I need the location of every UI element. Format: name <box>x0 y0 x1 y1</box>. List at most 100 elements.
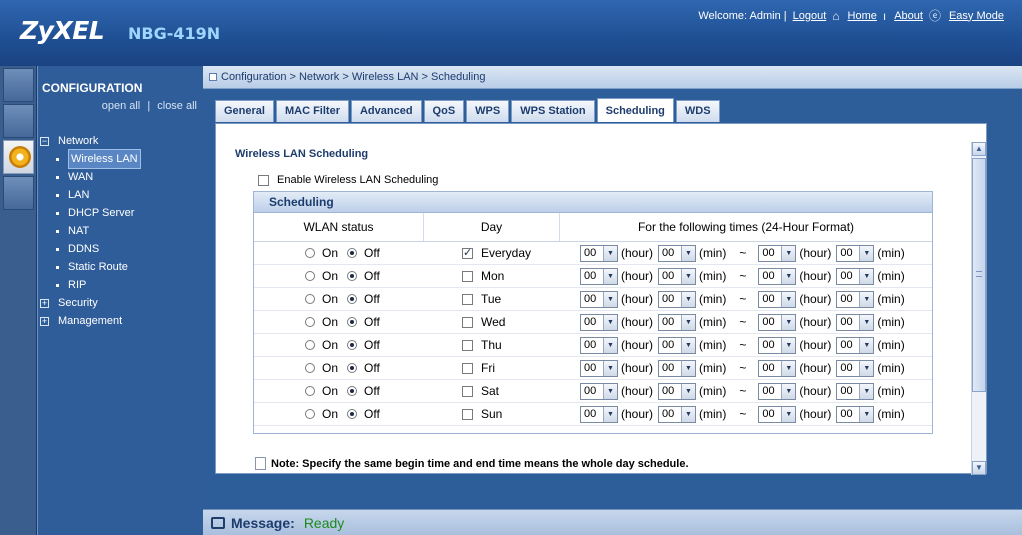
range-tilde: ~ <box>739 246 747 260</box>
on-radio[interactable] <box>305 386 315 396</box>
expand-icon[interactable]: + <box>40 316 49 326</box>
easy-mode-link[interactable]: Easy Mode <box>949 10 1004 22</box>
nav-item-dhcp-server[interactable]: DHCP Server <box>40 204 200 222</box>
start-hour-select[interactable]: 00 ▼ <box>580 336 618 354</box>
start-hour-select[interactable]: 00 ▼ <box>580 405 618 423</box>
nav-item-network[interactable]: − Network <box>40 132 200 150</box>
scroll-thumb[interactable] <box>972 158 986 392</box>
start-hour-select[interactable]: 00 ▼ <box>580 290 618 308</box>
on-label: On <box>322 407 339 421</box>
end-min-select[interactable]: 00 ▼ <box>836 382 875 400</box>
scroll-up-button[interactable]: ▲ <box>972 142 986 156</box>
model-name: NBG-419N <box>128 24 221 43</box>
end-min-select[interactable]: 00 ▼ <box>836 405 875 423</box>
tab-scheduling[interactable]: Scheduling <box>596 98 674 122</box>
tab-general[interactable]: General <box>215 100 274 122</box>
end-hour-select[interactable]: 00 ▼ <box>758 267 797 285</box>
nav-item-wan[interactable]: WAN <box>40 168 200 186</box>
maintenance-mode-button[interactable] <box>3 176 34 210</box>
start-hour-select[interactable]: 00 ▼ <box>580 244 618 262</box>
on-radio[interactable] <box>305 409 315 419</box>
day-checkbox[interactable] <box>462 316 473 328</box>
tab-qos[interactable]: QoS <box>423 100 465 122</box>
day-checkbox[interactable] <box>462 339 473 351</box>
tab-mac-filter[interactable]: MAC Filter <box>275 100 349 122</box>
nav-item-ddns[interactable]: DDNS <box>40 240 200 258</box>
tab-wps-station[interactable]: WPS Station <box>511 100 595 122</box>
collapse-icon[interactable]: − <box>40 136 49 146</box>
start-min-select[interactable]: 00 ▼ <box>658 267 697 285</box>
nav-item-lan[interactable]: LAN <box>40 186 200 204</box>
end-min-select[interactable]: 00 ▼ <box>836 244 875 262</box>
on-radio[interactable] <box>305 294 315 304</box>
on-radio[interactable] <box>305 317 315 327</box>
end-hour-select[interactable]: 00 ▼ <box>758 336 797 354</box>
off-radio[interactable] <box>347 340 358 350</box>
about-link[interactable]: About <box>894 10 923 22</box>
monitor-mode-button[interactable] <box>3 68 34 102</box>
start-min-select[interactable]: 00 ▼ <box>658 382 697 400</box>
select-value: 00 <box>662 270 675 282</box>
end-hour-select[interactable]: 00 ▼ <box>758 405 797 423</box>
off-radio[interactable] <box>347 386 358 396</box>
close-all-link[interactable]: close all <box>157 100 197 112</box>
tab-wds[interactable]: WDS <box>675 100 720 122</box>
end-hour-select[interactable]: 00 ▼ <box>758 290 797 308</box>
tab-wps[interactable]: WPS <box>466 100 510 122</box>
start-min-select[interactable]: 00 ▼ <box>658 359 697 377</box>
start-hour-select[interactable]: 00 ▼ <box>580 359 618 377</box>
end-min-select[interactable]: 00 ▼ <box>836 336 875 354</box>
start-min-select[interactable]: 00 ▼ <box>658 313 697 331</box>
off-radio[interactable] <box>347 271 358 281</box>
scroll-down-button[interactable]: ▼ <box>972 461 986 475</box>
start-hour-select[interactable]: 00 ▼ <box>580 382 618 400</box>
end-min-select[interactable]: 00 ▼ <box>836 313 875 331</box>
on-radio[interactable] <box>305 248 315 258</box>
off-radio[interactable] <box>347 294 358 304</box>
day-checkbox[interactable] <box>462 362 473 374</box>
off-radio[interactable] <box>347 248 358 258</box>
day-checkbox[interactable] <box>462 270 473 282</box>
nav-item-management[interactable]: + Management <box>40 312 200 330</box>
expand-icon[interactable]: + <box>40 298 49 308</box>
configuration-mode-button[interactable] <box>3 140 34 174</box>
off-radio[interactable] <box>347 317 358 327</box>
nav-item-nat[interactable]: NAT <box>40 222 200 240</box>
open-all-link[interactable]: open all <box>102 100 141 112</box>
table-row: On Off Fri 00 ▼ (hour) 00 ▼ (min) ~00 ▼ (hour) 00 ▼ (m… <box>254 357 932 380</box>
start-min-select[interactable]: 00 ▼ <box>658 290 697 308</box>
on-radio[interactable] <box>305 340 315 350</box>
on-radio[interactable] <box>305 363 315 373</box>
on-radio[interactable] <box>305 271 315 281</box>
end-min-select[interactable]: 00 ▼ <box>836 290 875 308</box>
wlan-status-cell: On Off <box>254 315 424 329</box>
vertical-scrollbar[interactable]: ▲ ▼ <box>971 142 986 475</box>
end-hour-select[interactable]: 00 ▼ <box>758 359 797 377</box>
end-hour-select[interactable]: 00 ▼ <box>758 244 797 262</box>
off-radio[interactable] <box>347 409 358 419</box>
day-checkbox[interactable] <box>462 293 473 305</box>
nav-item-security[interactable]: + Security <box>40 294 200 312</box>
logout-link[interactable]: Logout <box>793 10 827 22</box>
end-min-select[interactable]: 00 ▼ <box>836 359 875 377</box>
end-min-select[interactable]: 00 ▼ <box>836 267 875 285</box>
home-link[interactable]: Home <box>848 10 877 22</box>
nav-item-wireless-lan[interactable]: Wireless LAN <box>40 149 200 169</box>
off-radio[interactable] <box>347 363 358 373</box>
end-hour-select[interactable]: 00 ▼ <box>758 382 797 400</box>
start-min-select[interactable]: 00 ▼ <box>658 336 697 354</box>
day-checkbox[interactable] <box>462 408 473 420</box>
start-hour-select[interactable]: 00 ▼ <box>580 267 618 285</box>
start-hour-select[interactable]: 00 ▼ <box>580 313 618 331</box>
day-checkbox[interactable] <box>462 385 473 397</box>
nav-item-rip[interactable]: RIP <box>40 276 200 294</box>
day-checkbox[interactable] <box>462 246 473 259</box>
enable-scheduling-checkbox[interactable] <box>258 174 269 186</box>
start-min-select[interactable]: 00 ▼ <box>658 244 697 262</box>
nav-item-static-route[interactable]: Static Route <box>40 258 200 276</box>
tab-advanced[interactable]: Advanced <box>350 100 422 122</box>
start-min-select[interactable]: 00 ▼ <box>658 405 697 423</box>
end-hour-select[interactable]: 00 ▼ <box>758 313 797 331</box>
status-mode-button[interactable] <box>3 104 34 138</box>
config-nav-panel: CONFIGURATION open all | close all − Netw… <box>37 66 203 535</box>
